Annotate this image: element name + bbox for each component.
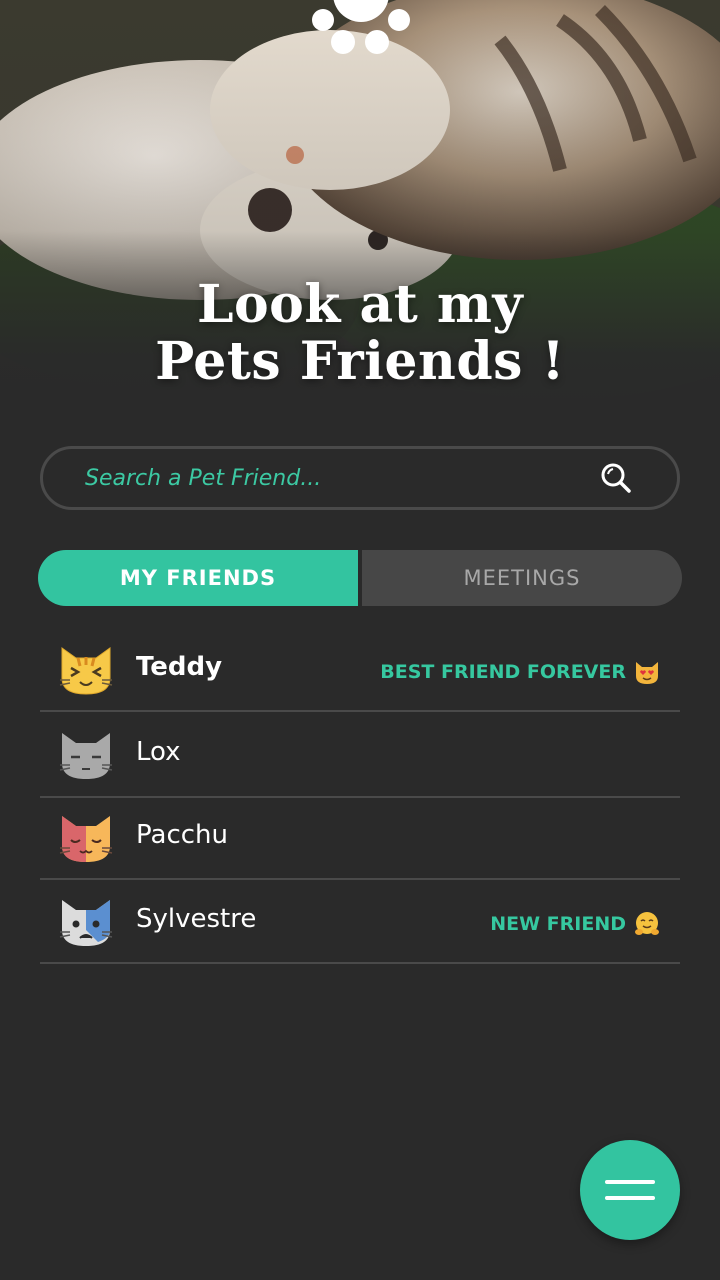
paw-icon bbox=[312, 0, 410, 54]
friend-name: Teddy bbox=[136, 652, 223, 682]
friend-tag-label: NEW FRIEND bbox=[490, 913, 626, 935]
status-badge: BEST FRIEND FOREVER bbox=[380, 659, 660, 685]
list-item-teddy[interactable]: Teddy BEST FRIEND FOREVER bbox=[40, 628, 680, 712]
cat-laughing-yellow-icon bbox=[59, 647, 113, 695]
list-item-pacchu[interactable]: Pacchu bbox=[40, 798, 680, 880]
tab-bar: MY FRIENDS MEETINGS bbox=[38, 550, 682, 606]
hugging-face-emoji bbox=[635, 912, 659, 935]
page-title: Look at my Pets Friends ! bbox=[0, 276, 720, 390]
friend-name: Pacchu bbox=[136, 820, 228, 850]
heart-eyes-cat-emoji bbox=[636, 662, 658, 684]
list-item-sylvestre[interactable]: Sylvestre NEW FRIEND bbox=[40, 880, 680, 964]
friend-tag-label: BEST FRIEND FOREVER bbox=[380, 661, 626, 683]
search-bar bbox=[40, 446, 680, 510]
friend-list: Teddy BEST FRIEND FOREVER Lox Pacchu Syl… bbox=[40, 628, 680, 964]
cat-sad-white-blue-icon bbox=[59, 900, 113, 946]
tab-my-friends[interactable]: MY FRIENDS bbox=[38, 550, 358, 606]
hero-banner: Look at my Pets Friends ! bbox=[0, 0, 720, 420]
cat-sleepy-grey-icon bbox=[59, 733, 113, 779]
list-item-lox[interactable]: Lox bbox=[40, 712, 680, 798]
status-badge: NEW FRIEND bbox=[490, 911, 660, 937]
search-input[interactable] bbox=[85, 449, 585, 507]
title-line-2: Pets Friends ! bbox=[155, 331, 565, 392]
search-icon[interactable] bbox=[599, 461, 633, 495]
title-line-1: Look at my bbox=[196, 274, 524, 335]
friend-name: Sylvestre bbox=[136, 904, 257, 934]
cat-calico-sleepy-icon bbox=[59, 816, 113, 862]
tab-meetings[interactable]: MEETINGS bbox=[362, 550, 682, 606]
menu-button[interactable] bbox=[580, 1140, 680, 1240]
friend-name: Lox bbox=[136, 737, 181, 767]
